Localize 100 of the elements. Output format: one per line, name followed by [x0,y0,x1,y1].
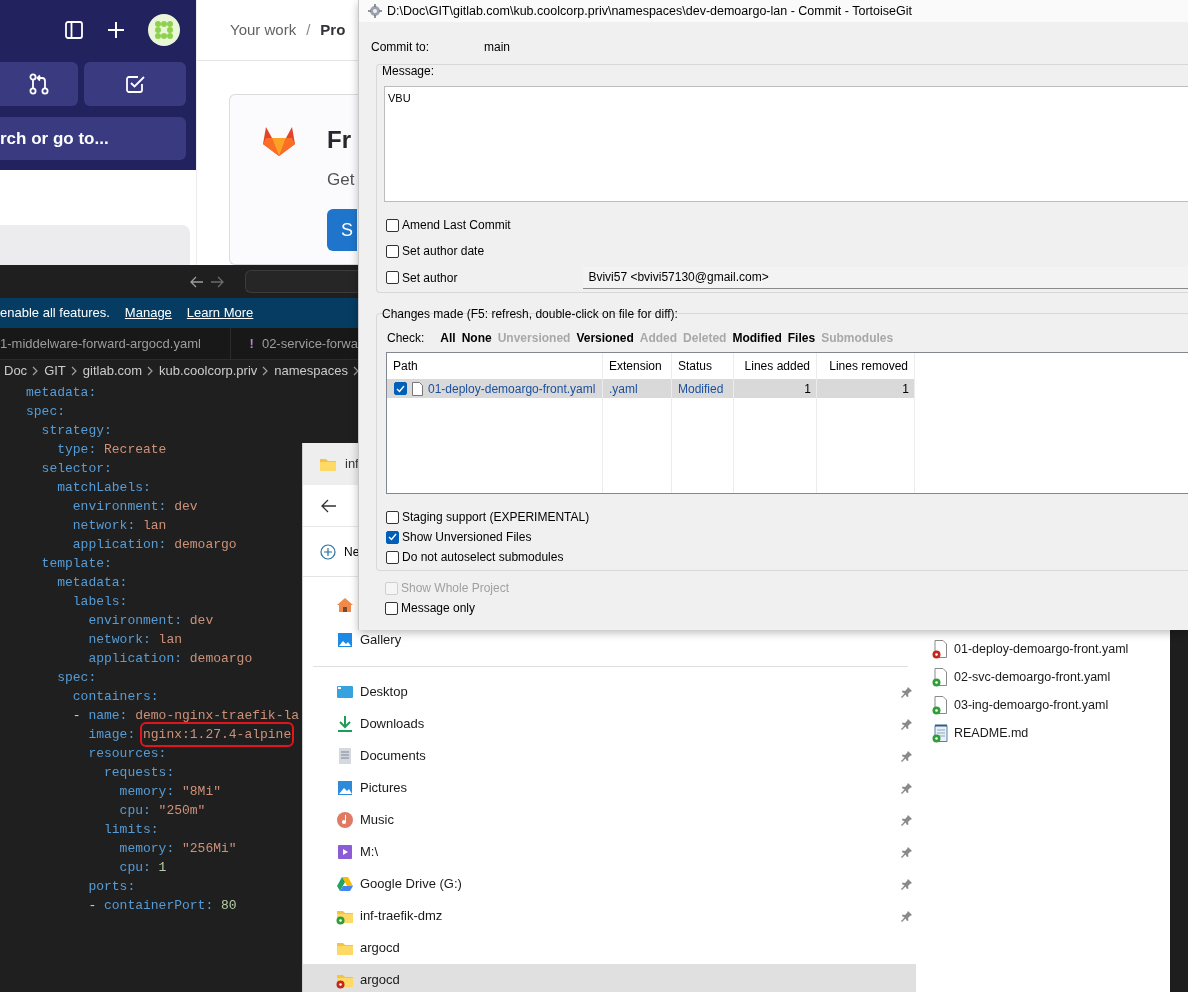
back-arrow-icon[interactable] [190,275,204,288]
nav-item[interactable]: inf-traefik-dmz [303,900,916,932]
nav-item[interactable]: Pictures [303,772,916,804]
nav-label: argocd [360,971,401,990]
plus-icon[interactable] [106,20,126,40]
notification-link[interactable]: Manage [124,303,172,323]
plus-circle-icon[interactable] [320,543,336,560]
todo-button[interactable] [84,62,186,106]
checkbox[interactable] [386,530,399,544]
code-key: environment: [72,497,167,516]
code-key: network: [72,516,136,535]
list-dash: - [72,707,81,725]
avatar[interactable] [148,14,180,46]
code-key: application: [88,649,182,668]
merge-requests-button[interactable] [0,62,78,106]
filter-link[interactable]: Versioned [576,329,634,347]
merge-request-icon [29,73,49,95]
filter-link[interactable]: Files [787,329,816,347]
code-value: 1 [158,859,167,877]
code-key: limits: [104,820,159,839]
notification-text: enable all features. [0,304,110,323]
nav-item[interactable]: Music [303,804,916,836]
breadcrumb-item[interactable]: GIT [44,361,66,381]
nav-item[interactable]: Desktop [303,676,916,708]
code-key: type: [57,440,97,459]
file-name[interactable]: 03-ing-demoargo-front.yaml [954,695,1109,715]
editor-tab[interactable]: 1-middelware-forward-argocd.yaml [0,328,231,359]
tab-label: 02-service-forwa [261,334,358,353]
pin-icon[interactable] [901,846,913,858]
pin-icon[interactable] [901,686,913,698]
checkbox[interactable] [394,382,407,395]
breadcrumb-item[interactable]: Doc [4,361,28,381]
checkbox[interactable] [386,510,399,524]
code-key: environment: [88,611,182,630]
nav-item[interactable]: Google Drive (G:) [303,868,916,900]
editor-tab[interactable]: ! 02-service-forwa [230,328,358,359]
message-field[interactable]: VBU [384,86,1188,202]
breadcrumb-item[interactable]: gitlab.com [82,361,143,381]
checkbox[interactable] [385,601,398,615]
breadcrumb-item[interactable]: namespaces [274,361,349,381]
nav-label: Downloads [360,715,426,734]
pin-icon[interactable] [901,878,913,890]
pin-icon[interactable] [901,750,913,762]
code-key: cpu: [119,801,151,820]
nav-item[interactable]: argocd [303,932,916,964]
tab-title[interactable]: inf [345,454,359,474]
checkbox[interactable] [386,218,399,232]
gear-icon [368,4,382,18]
home-icon[interactable] [336,596,354,614]
sidebar-toggle-icon[interactable] [64,20,84,40]
nav-label: M:\ [360,843,380,862]
file-path: 01-deploy-demoargo-front.yaml [428,380,596,398]
checkbox[interactable] [386,244,399,258]
checkbox[interactable] [386,271,399,284]
pin-icon[interactable] [901,910,913,922]
file-name[interactable]: 01-deploy-demoargo-front.yaml [954,639,1129,659]
nav-item[interactable]: Downloads [303,708,916,740]
chevron-icon [262,366,270,376]
branch-name: main [484,39,510,56]
back-arrow-icon[interactable] [321,498,337,513]
breadcrumb-item[interactable]: kub.coolcorp.priv [159,361,258,381]
notification-link[interactable]: Learn More [186,303,254,323]
forward-arrow-icon[interactable] [210,275,224,288]
command-center-field[interactable] [245,270,358,293]
author-field[interactable]: Bvivi57 <bvivi57130@gmail.com> [583,266,1188,289]
nav-label[interactable]: Gallery [360,630,402,650]
start-button[interactable]: S [327,209,357,251]
code-value: "8Mi" [182,783,221,801]
filter-link[interactable]: Modified [732,329,782,347]
nav-item[interactable]: Documents [303,740,916,772]
pin-icon[interactable] [901,782,913,794]
filter-link[interactable]: All [440,329,456,347]
filter-link[interactable]: None [461,329,492,347]
code-key: requests: [104,763,175,782]
code-value: 80 [221,897,237,915]
checkbox[interactable] [386,550,399,564]
nav-item[interactable]: argocd [303,964,916,992]
checkbox-label: Show Unversioned Files [402,529,532,546]
table-cell-text: 1 [803,380,812,398]
nav-item[interactable]: M:\ [303,836,916,868]
breadcrumb-separator: / [306,19,311,40]
highlighted-value: nginx:1.27.4-alpine [143,725,292,744]
pin-icon[interactable] [901,718,913,730]
music-icon [336,811,354,829]
file-name[interactable]: README.md [954,723,1029,743]
new-button-label[interactable]: Ne [344,542,360,561]
code-value: "256Mi" [182,840,237,858]
code-value: demoargo [174,536,237,554]
code-key: memory: [119,782,175,801]
file-icon-with-badge [932,639,950,659]
breadcrumb-link[interactable]: Your work [230,18,297,42]
breadcrumb-link[interactable]: Pro [320,18,346,42]
pin-icon[interactable] [901,814,913,826]
file-row[interactable]: 01-deploy-demoargo-front.yaml .yaml Modified 1 1 [387,379,915,398]
search-button[interactable]: rch or go to... [0,117,186,160]
nav-label: argocd [360,939,401,958]
file-icon-with-badge [932,723,950,743]
checkbox-icon [124,73,146,95]
file-name[interactable]: 02-svc-demoargo-front.yaml [954,667,1111,687]
file-icon [412,381,423,396]
